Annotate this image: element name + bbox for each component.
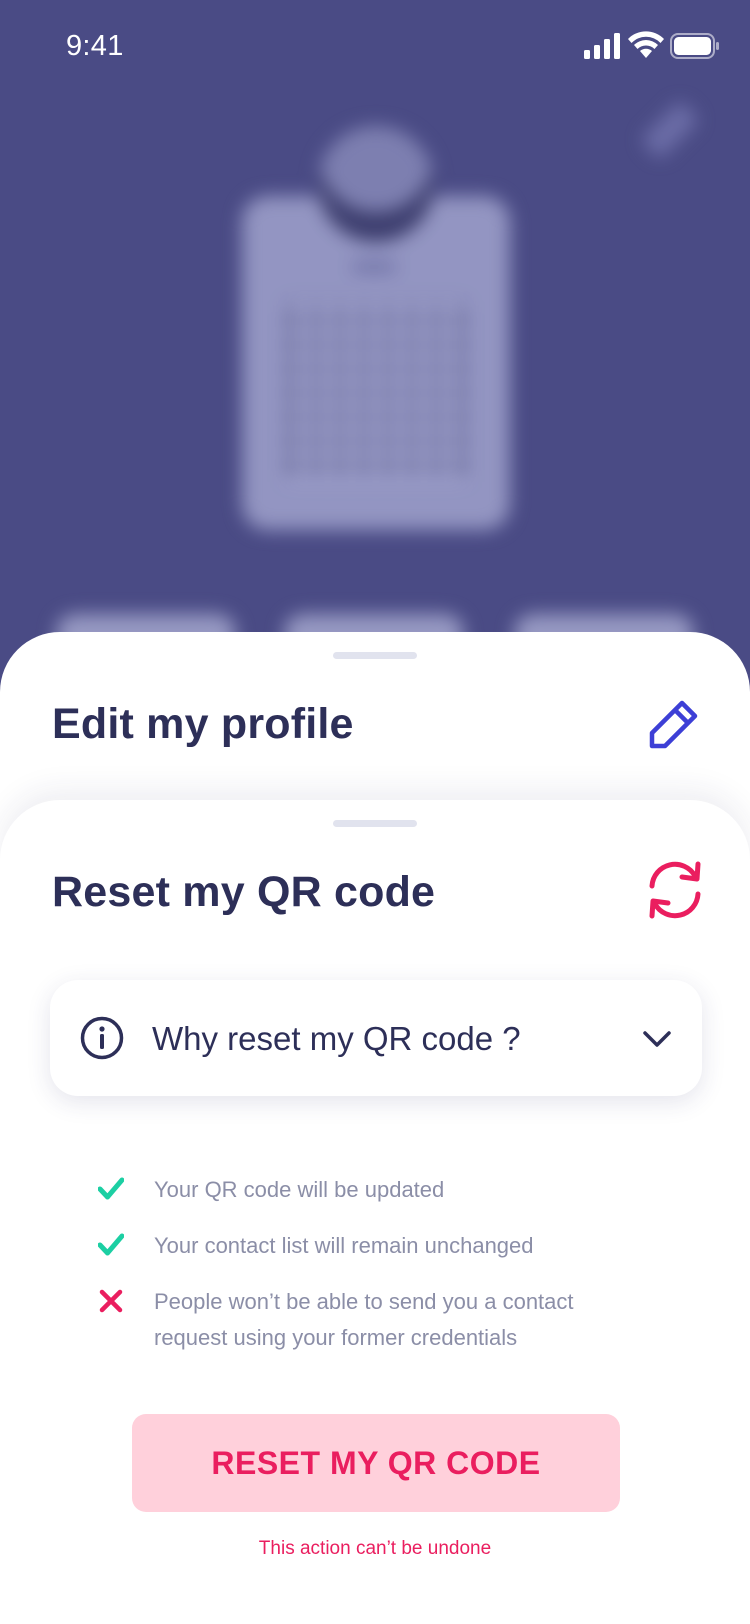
check-icon: [98, 1233, 124, 1256]
wifi-icon: [628, 31, 664, 58]
list-item-text: Your QR code will be updated: [154, 1177, 445, 1202]
list-item-text: Your contact list will remain unchanged: [154, 1233, 534, 1258]
sheet-handle[interactable]: [333, 820, 417, 827]
battery-icon: [670, 33, 719, 59]
cross-icon: [99, 1289, 123, 1313]
reset-qr-code-button[interactable]: RESET MY QR CODE: [132, 1414, 620, 1512]
list-item-text: People won’t be able to send you a conta…: [154, 1289, 574, 1350]
reset-qr-title: Reset my QR code: [52, 868, 436, 916]
status-time: 9:41: [66, 30, 124, 62]
status-bar: 9:41: [0, 0, 750, 96]
edit-profile-title[interactable]: Edit my profile: [52, 700, 354, 749]
info-icon: [80, 1016, 124, 1060]
accordion-label: Why reset my QR code ?: [152, 1020, 521, 1057]
why-reset-accordion[interactable]: Why reset my QR code ?: [50, 980, 702, 1096]
chevron-down-icon[interactable]: [642, 1024, 672, 1054]
refresh-icon: [649, 861, 701, 919]
signal-icon: [584, 33, 620, 59]
background-name: [352, 262, 396, 272]
sheet-handle[interactable]: [333, 652, 417, 659]
avatar: [318, 126, 434, 242]
reset-qr-sheet: Reset my QR code Why reset my QR code ? …: [0, 800, 750, 1624]
pencil-icon[interactable]: [646, 696, 702, 752]
background-pencil-icon: [640, 100, 700, 160]
check-icon: [98, 1177, 124, 1200]
warning-note: This action can’t be undone: [258, 1538, 492, 1559]
